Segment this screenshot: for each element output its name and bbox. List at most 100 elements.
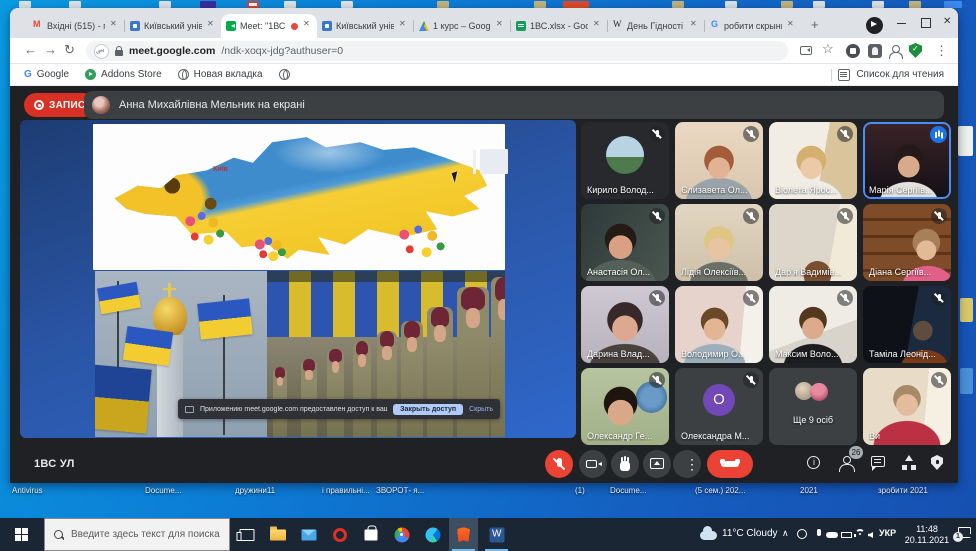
reading-list-button[interactable]: Список для чтения: [831, 69, 944, 81]
tab-close-icon[interactable]: [109, 21, 119, 31]
weather-cloud-icon[interactable]: [700, 531, 717, 540]
desktop-icon-label[interactable]: Docume...: [145, 486, 181, 495]
stop-sharing-button[interactable]: Закрыть доступ: [393, 404, 463, 415]
more-participants-tile[interactable]: Ще 9 осіб: [769, 368, 857, 445]
bookmark-new-tab[interactable]: Новая вкладка: [178, 69, 263, 80]
tab-university-1[interactable]: Київський універ...: [125, 14, 221, 38]
window-close-button[interactable]: [938, 14, 958, 32]
window-maximize-button[interactable]: [916, 14, 936, 32]
camera-toggle-button[interactable]: [579, 450, 607, 478]
participant-tile[interactable]: Лідія Олексіїв...: [675, 204, 763, 281]
tab-google-search[interactable]: робити скрыни н...: [705, 14, 801, 38]
participant-tile[interactable]: Віолета Ярос...: [769, 122, 857, 199]
hide-button[interactable]: Скрыть: [469, 406, 493, 413]
desktop-icon-label[interactable]: Docume...: [610, 486, 646, 495]
participant-tile-speaking[interactable]: Марія Сергіїв...: [863, 122, 951, 199]
desktop-icon[interactable]: [69, 1, 81, 8]
edge-button[interactable]: [418, 518, 447, 551]
desktop-icon[interactable]: [872, 1, 884, 8]
task-view-button[interactable]: [232, 518, 261, 551]
more-options-button[interactable]: [673, 450, 701, 478]
tab-university-2[interactable]: Київський універ...: [317, 14, 413, 38]
desktop-icon[interactable]: [781, 1, 793, 8]
participant-tile[interactable]: Дар'я Вадимів...: [769, 204, 857, 281]
participant-tile[interactable]: Максим Воло...: [769, 286, 857, 363]
host-controls-button[interactable]: [927, 454, 947, 474]
tray-mic-icon[interactable]: [813, 529, 825, 541]
chrome-button[interactable]: [387, 518, 416, 551]
tray-onedrive-icon[interactable]: [826, 529, 838, 541]
mail-button[interactable]: [294, 518, 323, 551]
tab-close-icon[interactable]: [206, 21, 216, 31]
participant-tile[interactable]: Анастасія Ол...: [581, 204, 669, 281]
participant-tile[interactable]: Володимир О...: [675, 286, 763, 363]
desktop-icon-label[interactable]: (1): [575, 486, 585, 495]
tab-gmail[interactable]: Вхідні (515) - п.ло...: [28, 14, 124, 38]
camera-in-use-icon[interactable]: [800, 46, 812, 55]
self-view-tile[interactable]: Ви: [863, 368, 951, 445]
weather-label[interactable]: 11°C Cloudy: [722, 528, 778, 539]
bookmark-google[interactable]: Google: [24, 69, 69, 80]
reload-icon[interactable]: ↻: [64, 42, 75, 58]
desktop-icon[interactable]: [960, 368, 973, 394]
store-button[interactable]: [356, 518, 385, 551]
desktop-icon[interactable]: [944, 1, 962, 8]
desktop-icon-label[interactable]: і правильні...: [322, 486, 370, 495]
tray-wifi-icon[interactable]: [855, 529, 867, 541]
language-indicator[interactable]: УКР: [879, 528, 896, 538]
brave-button-active[interactable]: [449, 518, 478, 551]
desktop-icon-label[interactable]: Antivirus: [12, 486, 43, 495]
desktop-icon-label[interactable]: ЗВОРОТ- я...: [376, 486, 424, 495]
participant-tile[interactable]: Таміла Леонід...: [863, 286, 951, 363]
opera-button[interactable]: [325, 518, 354, 551]
present-button[interactable]: [643, 450, 671, 478]
tray-app-icon[interactable]: [797, 529, 809, 541]
bookmark-addons-store[interactable]: Addons Store: [85, 69, 162, 80]
back-icon[interactable]: ←: [24, 42, 37, 57]
tray-battery-icon[interactable]: [841, 529, 853, 541]
desktop-icon[interactable]: [159, 1, 171, 8]
participant-tile[interactable]: Олександр Ге...: [581, 368, 669, 445]
desktop-icon-label[interactable]: дружини11: [235, 486, 275, 495]
desktop-icon-label[interactable]: зробити 2021: [878, 486, 928, 495]
taskbar-clock[interactable]: 11:48 20.11.2021: [902, 524, 952, 547]
media-control-icon[interactable]: [866, 17, 883, 34]
desktop-icon[interactable]: [672, 1, 684, 8]
tab-close-icon[interactable]: [689, 21, 699, 31]
participant-tile[interactable]: Кирило Волод...: [581, 122, 669, 199]
desktop-icon-label[interactable]: (5 сем.) 202...: [695, 486, 745, 495]
tab-sheets[interactable]: 1ВС.xlsx - Google ...: [511, 14, 607, 38]
address-bar[interactable]: meet.google.com /ndk-xoqx-jdg?authuser=0: [86, 41, 788, 61]
participants-button[interactable]: 26: [837, 454, 857, 474]
shared-screen-tile[interactable]: Київ: [20, 120, 576, 438]
window-minimize-button[interactable]: [892, 14, 912, 32]
tab-close-icon[interactable]: [495, 21, 505, 31]
desktop-icon[interactable]: [247, 1, 259, 8]
word-button-active[interactable]: [482, 518, 511, 551]
desktop-icon[interactable]: [960, 298, 973, 322]
desktop-icon[interactable]: [958, 126, 973, 156]
tab-close-icon[interactable]: [786, 21, 796, 31]
vpn-extension-icon[interactable]: [94, 44, 109, 59]
participant-tile[interactable]: О Олександра М...: [675, 368, 763, 445]
leave-call-button[interactable]: [707, 450, 753, 478]
desktop-icon[interactable]: [725, 1, 737, 8]
raise-hand-button[interactable]: [611, 450, 639, 478]
tab-close-icon[interactable]: [592, 21, 602, 31]
start-button[interactable]: [0, 518, 44, 551]
activities-button[interactable]: [899, 454, 919, 474]
desktop-icon[interactable]: [534, 1, 546, 8]
profile-icon[interactable]: [888, 44, 902, 58]
participant-tile[interactable]: Діана Сергіїв...: [863, 204, 951, 281]
extension-icon[interactable]: [868, 44, 882, 58]
tab-wikipedia[interactable]: День Гідності та С...: [608, 14, 704, 38]
desktop-icon[interactable]: [909, 1, 921, 8]
tab-close-icon[interactable]: [398, 21, 408, 31]
desktop-icon-label[interactable]: 2021: [800, 486, 818, 495]
tab-close-icon[interactable]: [302, 21, 312, 31]
participant-tile[interactable]: Єлизавета Ол...: [675, 122, 763, 199]
notification-center-icon[interactable]: 1: [958, 527, 971, 538]
taskbar-search-box[interactable]: Введите здесь текст для поиска: [44, 518, 230, 551]
forward-icon[interactable]: →: [44, 42, 57, 57]
desktop-icon[interactable]: [437, 1, 449, 8]
